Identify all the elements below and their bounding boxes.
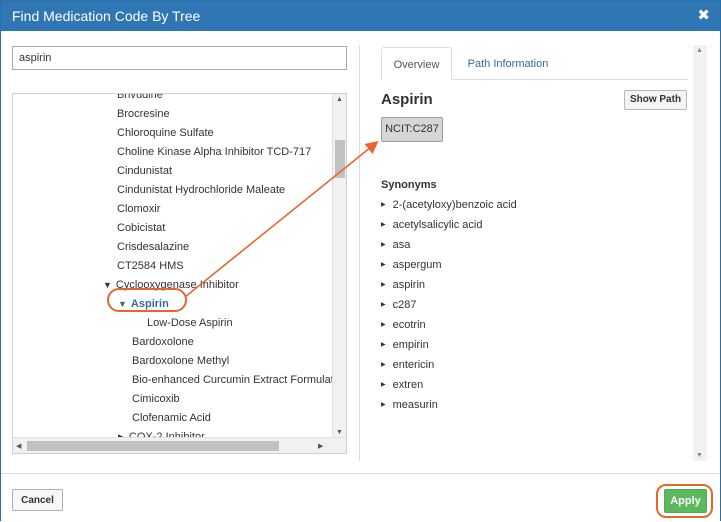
tab-path-information[interactable]: Path Information: [452, 47, 564, 80]
medication-tree: Brivudine Brocresine Chloroquine Sulfate Ch…: [12, 93, 347, 454]
tree-item-label: Crisdesalazine: [117, 241, 190, 253]
tree-item-label: Cimicoxib: [132, 393, 180, 405]
list-item: ▶ measurin: [381, 399, 438, 411]
scroll-left-icon[interactable]: ◀: [16, 442, 21, 450]
bullet-icon: ▶: [381, 342, 386, 348]
tree-item-label: Clomoxir: [117, 203, 161, 215]
list-item: ▶ aspergum: [381, 259, 442, 271]
bullet-icon: ▶: [381, 202, 386, 208]
collapse-icon[interactable]: ▼: [103, 280, 112, 290]
bullet-icon: ▶: [381, 282, 386, 288]
tree-item-label: Bio-enhanced Curcumin Extract Formulatio…: [132, 374, 347, 386]
list-item: ▶ entericin: [381, 359, 434, 371]
tree-horizontal-scrollbar[interactable]: ◀ ▶: [13, 437, 346, 453]
bullet-icon: ▶: [381, 382, 386, 388]
tree-item[interactable]: Bardoxolone Methyl: [132, 355, 229, 367]
tree-item-label: Aspirin: [130, 298, 169, 310]
scroll-right-icon[interactable]: ▶: [318, 442, 323, 450]
tree-item[interactable]: ▼ Aspirin: [118, 298, 169, 310]
tree-item-label: Low-Dose Aspirin: [147, 317, 233, 329]
tree-vertical-scrollbar[interactable]: ▲ ▼: [332, 94, 346, 438]
tree-item[interactable]: Brivudine: [117, 93, 163, 101]
detail-scroll-up-icon[interactable]: ▲: [696, 47, 703, 54]
search-input[interactable]: [12, 46, 347, 70]
synonym-label: empirin: [392, 339, 429, 351]
tree-horizontal-scroll-thumb[interactable]: [27, 441, 279, 451]
tree-item[interactable]: Bio-enhanced Curcumin Extract Formulatio…: [132, 374, 347, 386]
bullet-icon: ▶: [381, 362, 386, 368]
pane-divider: [359, 45, 360, 461]
synonym-label: ecotrin: [392, 319, 426, 331]
tree-item-label: CT2584 HMS: [117, 260, 184, 272]
synonym-label: measurin: [392, 399, 438, 411]
tree-item[interactable]: Cimicoxib: [132, 393, 180, 405]
collapse-icon[interactable]: ▼: [118, 299, 127, 309]
tree-item-label: Bardoxolone Methyl: [132, 355, 230, 367]
tree-item-label: Cindunistat: [117, 165, 173, 177]
bullet-icon: ▶: [381, 402, 386, 408]
find-medication-dialog: Find Medication Code By Tree ✖ Brivudine…: [0, 0, 721, 521]
medication-title: Aspirin: [381, 91, 433, 108]
list-item: ▶ acetylsalicylic acid: [381, 219, 483, 231]
tree-item[interactable]: Chloroquine Sulfate: [117, 127, 214, 139]
tree-item[interactable]: Low-Dose Aspirin: [147, 317, 233, 329]
tree-item-label: Cyclooxygenase Inhibitor: [115, 279, 239, 291]
close-icon[interactable]: ✖: [697, 6, 710, 24]
list-item: ▶ asa: [381, 239, 410, 251]
list-item: ▶ extren: [381, 379, 423, 391]
apply-button[interactable]: Apply: [664, 489, 707, 513]
bullet-icon: ▶: [381, 322, 386, 328]
detail-scroll-down-icon[interactable]: ▼: [696, 452, 703, 459]
cancel-button[interactable]: Cancel: [12, 489, 63, 511]
tree-item[interactable]: Choline Kinase Alpha Inhibitor TCD-717: [117, 146, 311, 158]
tree-item[interactable]: Bardoxolone: [132, 336, 194, 348]
tree-item[interactable]: Clomoxir: [117, 203, 160, 215]
tree-item-label: Cindunistat Hydrochloride Maleate: [117, 184, 286, 196]
tree-item-label: Chloroquine Sulfate: [117, 127, 214, 139]
synonym-label: entericin: [392, 359, 435, 371]
list-item: ▶ c287: [381, 299, 416, 311]
tree-item[interactable]: Brocresine: [117, 108, 170, 120]
dialog-title: Find Medication Code By Tree: [12, 8, 201, 24]
tree-item[interactable]: Cobicistat: [117, 222, 165, 234]
tree-item-label: Brocresine: [117, 108, 170, 120]
list-item: ▶ aspirin: [381, 279, 425, 291]
synonym-label: c287: [392, 299, 417, 311]
tree-item-label: Clofenamic Acid: [132, 412, 211, 424]
bullet-icon: ▶: [381, 302, 386, 308]
synonym-label: aspirin: [392, 279, 426, 291]
tree-item[interactable]: Cindunistat Hydrochloride Maleate: [117, 184, 285, 196]
tree-item-label: Cobicistat: [117, 222, 166, 234]
tree-vertical-scroll-thumb[interactable]: [335, 140, 345, 178]
detail-tabs: Overview Path Information: [381, 47, 688, 80]
scroll-up-icon[interactable]: ▲: [336, 96, 343, 103]
synonym-label: aspergum: [392, 259, 442, 271]
bullet-icon: ▶: [381, 222, 386, 228]
tab-overview[interactable]: Overview: [381, 47, 452, 80]
list-item: ▶ 2-(acetyloxy)benzoic acid: [381, 199, 517, 211]
dialog-titlebar: Find Medication Code By Tree ✖: [1, 1, 720, 31]
synonym-label: 2-(acetyloxy)benzoic acid: [392, 199, 517, 211]
synonym-label: extren: [392, 379, 424, 391]
synonym-label: acetylsalicylic acid: [392, 219, 483, 231]
bullet-icon: ▶: [381, 242, 386, 248]
show-path-button[interactable]: Show Path: [624, 90, 687, 110]
bullet-icon: ▶: [381, 262, 386, 268]
tree-item[interactable]: Clofenamic Acid: [132, 412, 211, 424]
tree-item[interactable]: Crisdesalazine: [117, 241, 189, 253]
synonym-label: asa: [392, 239, 411, 251]
list-item: ▶ empirin: [381, 339, 429, 351]
tree-item-label: Choline Kinase Alpha Inhibitor TCD-717: [117, 146, 312, 158]
tree-item[interactable]: ▼ Cyclooxygenase Inhibitor: [103, 279, 239, 291]
medication-code-badge: NCIT:C287: [381, 117, 443, 142]
dialog-footer: [1, 473, 720, 521]
tree-item-label: Brivudine: [117, 93, 163, 101]
synonyms-heading: Synonyms: [381, 179, 437, 191]
tree-item-label: Bardoxolone: [132, 336, 194, 348]
tree-item[interactable]: Cindunistat: [117, 165, 172, 177]
detail-vertical-scrollbar[interactable]: ▲ ▼: [693, 45, 707, 461]
tree-item[interactable]: CT2584 HMS: [117, 260, 184, 272]
scroll-down-icon[interactable]: ▼: [336, 429, 343, 436]
list-item: ▶ ecotrin: [381, 319, 426, 331]
